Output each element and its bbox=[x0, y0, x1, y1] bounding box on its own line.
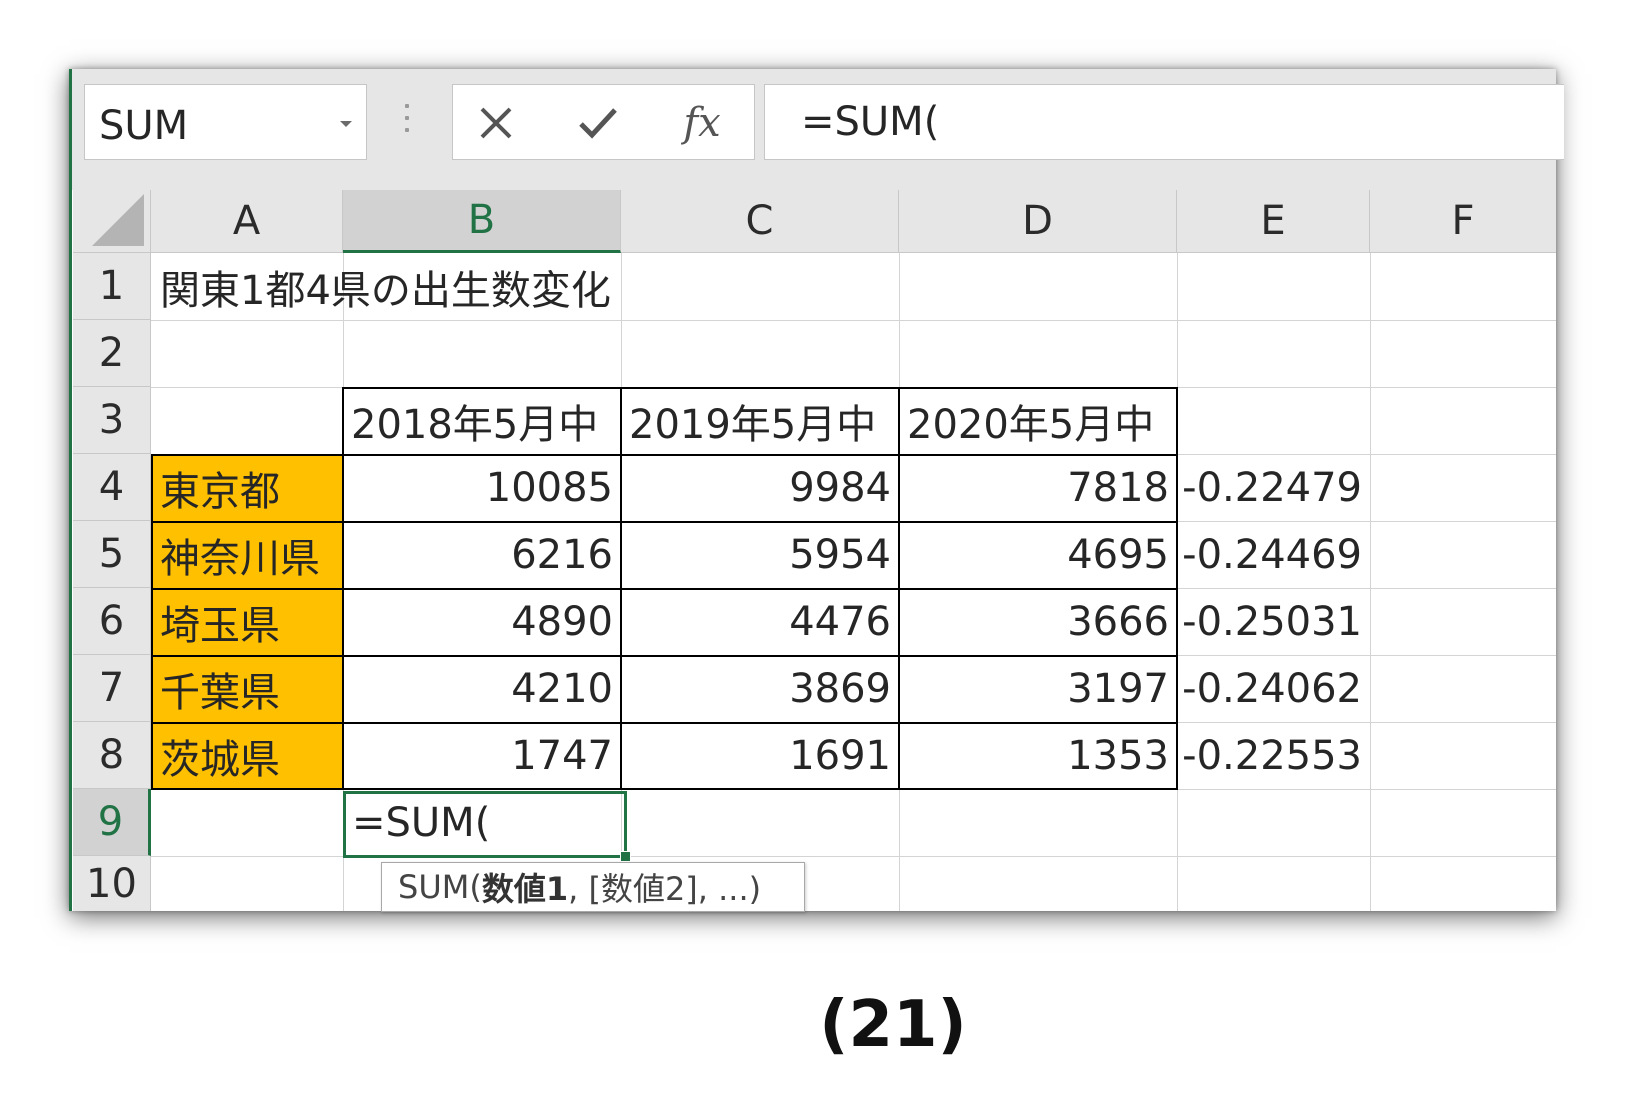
select-all-icon bbox=[92, 194, 144, 246]
cell-b8[interactable]: 1747 bbox=[343, 722, 621, 789]
cell-d3[interactable]: 2020年5月中 bbox=[899, 387, 1177, 454]
row-header-5[interactable]: 5 bbox=[73, 521, 151, 588]
figure-caption: (21) bbox=[819, 988, 967, 1062]
name-box[interactable]: SUM bbox=[84, 84, 367, 160]
row-header-7[interactable]: 7 bbox=[73, 655, 151, 722]
name-box-value: SUM bbox=[99, 103, 189, 149]
formula-text: =SUM( bbox=[801, 99, 940, 145]
column-header-e[interactable]: E bbox=[1177, 190, 1370, 253]
cell-a1[interactable]: 関東1都4県の出生数変化 bbox=[152, 253, 611, 320]
row-header-4[interactable]: 4 bbox=[73, 454, 151, 521]
cell-e6[interactable]: -0.25031 bbox=[1177, 588, 1370, 655]
cell-b4[interactable]: 10085 bbox=[343, 454, 621, 521]
cell-b6[interactable]: 4890 bbox=[343, 588, 621, 655]
cell-e5[interactable]: -0.24469 bbox=[1177, 521, 1370, 588]
cell-a6[interactable]: 埼玉県 bbox=[152, 589, 343, 655]
chevron-down-icon[interactable] bbox=[340, 121, 352, 127]
cell-b3[interactable]: 2018年5月中 bbox=[343, 387, 621, 454]
cell-a8[interactable]: 茨城県 bbox=[152, 723, 343, 789]
enter-button[interactable] bbox=[571, 95, 625, 151]
cell-e8[interactable]: -0.22553 bbox=[1177, 722, 1370, 789]
cell-b5[interactable]: 6216 bbox=[343, 521, 621, 588]
cell-c8[interactable]: 1691 bbox=[621, 722, 899, 789]
formula-buttons: fx bbox=[452, 84, 755, 160]
cell-c5[interactable]: 5954 bbox=[621, 521, 899, 588]
cell-d7[interactable]: 3197 bbox=[899, 655, 1177, 722]
cell-a7[interactable]: 千葉県 bbox=[152, 656, 343, 722]
cell-a4[interactable]: 東京都 bbox=[152, 455, 343, 521]
tooltip-current-arg: 数値1 bbox=[481, 870, 569, 908]
cell-c4[interactable]: 9984 bbox=[621, 454, 899, 521]
column-header-b[interactable]: B bbox=[343, 190, 621, 253]
tooltip-function-name: SUM( bbox=[398, 868, 482, 906]
cell-e4[interactable]: -0.22479 bbox=[1177, 454, 1370, 521]
formula-input[interactable]: =SUM( bbox=[764, 84, 1564, 160]
cell-c6[interactable]: 4476 bbox=[621, 588, 899, 655]
column-header-a[interactable]: A bbox=[151, 190, 343, 253]
function-tooltip[interactable]: SUM(数値1, [数値2], ...) bbox=[381, 862, 805, 912]
cell-b9-editing: =SUM( bbox=[352, 800, 491, 846]
row-header-8[interactable]: 8 bbox=[73, 722, 151, 789]
cell-d8[interactable]: 1353 bbox=[899, 722, 1177, 789]
insert-function-button[interactable]: fx bbox=[675, 95, 729, 151]
column-header-d[interactable]: D bbox=[899, 190, 1177, 253]
row-header-10[interactable]: 10 bbox=[73, 856, 151, 911]
row-header-6[interactable]: 6 bbox=[73, 588, 151, 655]
row-header-3[interactable]: 3 bbox=[73, 387, 151, 454]
cell-a5[interactable]: 神奈川県 bbox=[152, 522, 343, 588]
grip-handle-icon[interactable] bbox=[404, 104, 410, 144]
row-header-1[interactable]: 1 bbox=[73, 253, 151, 320]
window-accent-bar bbox=[69, 69, 72, 911]
cell-e7[interactable]: -0.24062 bbox=[1177, 655, 1370, 722]
tooltip-rest-args: , [数値2], ...) bbox=[568, 870, 762, 908]
row-header-2[interactable]: 2 bbox=[73, 320, 151, 387]
column-header-f[interactable]: F bbox=[1370, 190, 1556, 253]
select-all-button[interactable] bbox=[73, 190, 151, 253]
row-header-9[interactable]: 9 bbox=[73, 789, 151, 856]
cell-c7[interactable]: 3869 bbox=[621, 655, 899, 722]
cell-b7[interactable]: 4210 bbox=[343, 655, 621, 722]
cell-c3[interactable]: 2019年5月中 bbox=[621, 387, 899, 454]
fx-icon: fx bbox=[683, 100, 721, 146]
column-header-c[interactable]: C bbox=[621, 190, 899, 253]
cell-d4[interactable]: 7818 bbox=[899, 454, 1177, 521]
close-icon bbox=[480, 107, 512, 139]
check-icon bbox=[579, 108, 617, 139]
cell-d5[interactable]: 4695 bbox=[899, 521, 1177, 588]
fill-handle[interactable] bbox=[620, 851, 631, 862]
cell-d6[interactable]: 3666 bbox=[899, 588, 1177, 655]
cancel-button[interactable] bbox=[469, 95, 523, 151]
